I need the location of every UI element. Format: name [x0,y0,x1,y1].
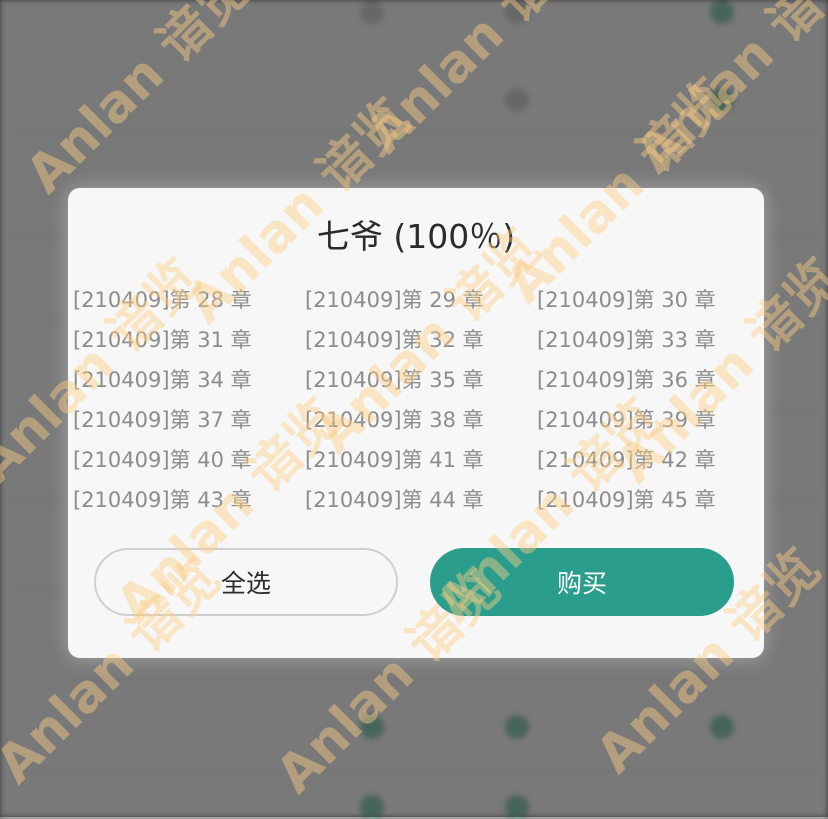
chapter-item[interactable]: [210409]第 45 章 [537,480,763,520]
chapter-item[interactable]: [210409]第 39 章 [537,400,763,440]
dialog-title: 七爷 (100％) [316,217,516,256]
chapter-item[interactable]: [210409]第 37 章 [73,400,305,440]
chapter-list: [210409]第 28 章 [210409]第 29 章 [210409]第 … [73,280,763,520]
chapter-item[interactable]: [210409]第 32 章 [305,320,537,360]
chapter-purchase-dialog: 七爷 (100％) [210409]第 28 章 [210409]第 29 章 … [68,188,764,658]
buy-button[interactable]: 购买 [430,548,734,616]
chapter-item[interactable]: [210409]第 33 章 [537,320,763,360]
chapter-item[interactable]: [210409]第 34 章 [73,360,305,400]
chapter-item[interactable]: [210409]第 36 章 [537,360,763,400]
select-all-button[interactable]: 全选 [94,548,398,616]
chapter-item[interactable]: [210409]第 35 章 [305,360,537,400]
chapter-item[interactable]: [210409]第 44 章 [305,480,537,520]
chapter-item[interactable]: [210409]第 38 章 [305,400,537,440]
chapter-item[interactable]: [210409]第 31 章 [73,320,305,360]
chapter-item[interactable]: [210409]第 28 章 [73,280,305,320]
chapter-item[interactable]: [210409]第 43 章 [73,480,305,520]
chapter-item[interactable]: [210409]第 30 章 [537,280,763,320]
chapter-item[interactable]: [210409]第 42 章 [537,440,763,480]
chapter-item[interactable]: [210409]第 29 章 [305,280,537,320]
chapter-item[interactable]: [210409]第 41 章 [305,440,537,480]
chapter-item[interactable]: [210409]第 40 章 [73,440,305,480]
